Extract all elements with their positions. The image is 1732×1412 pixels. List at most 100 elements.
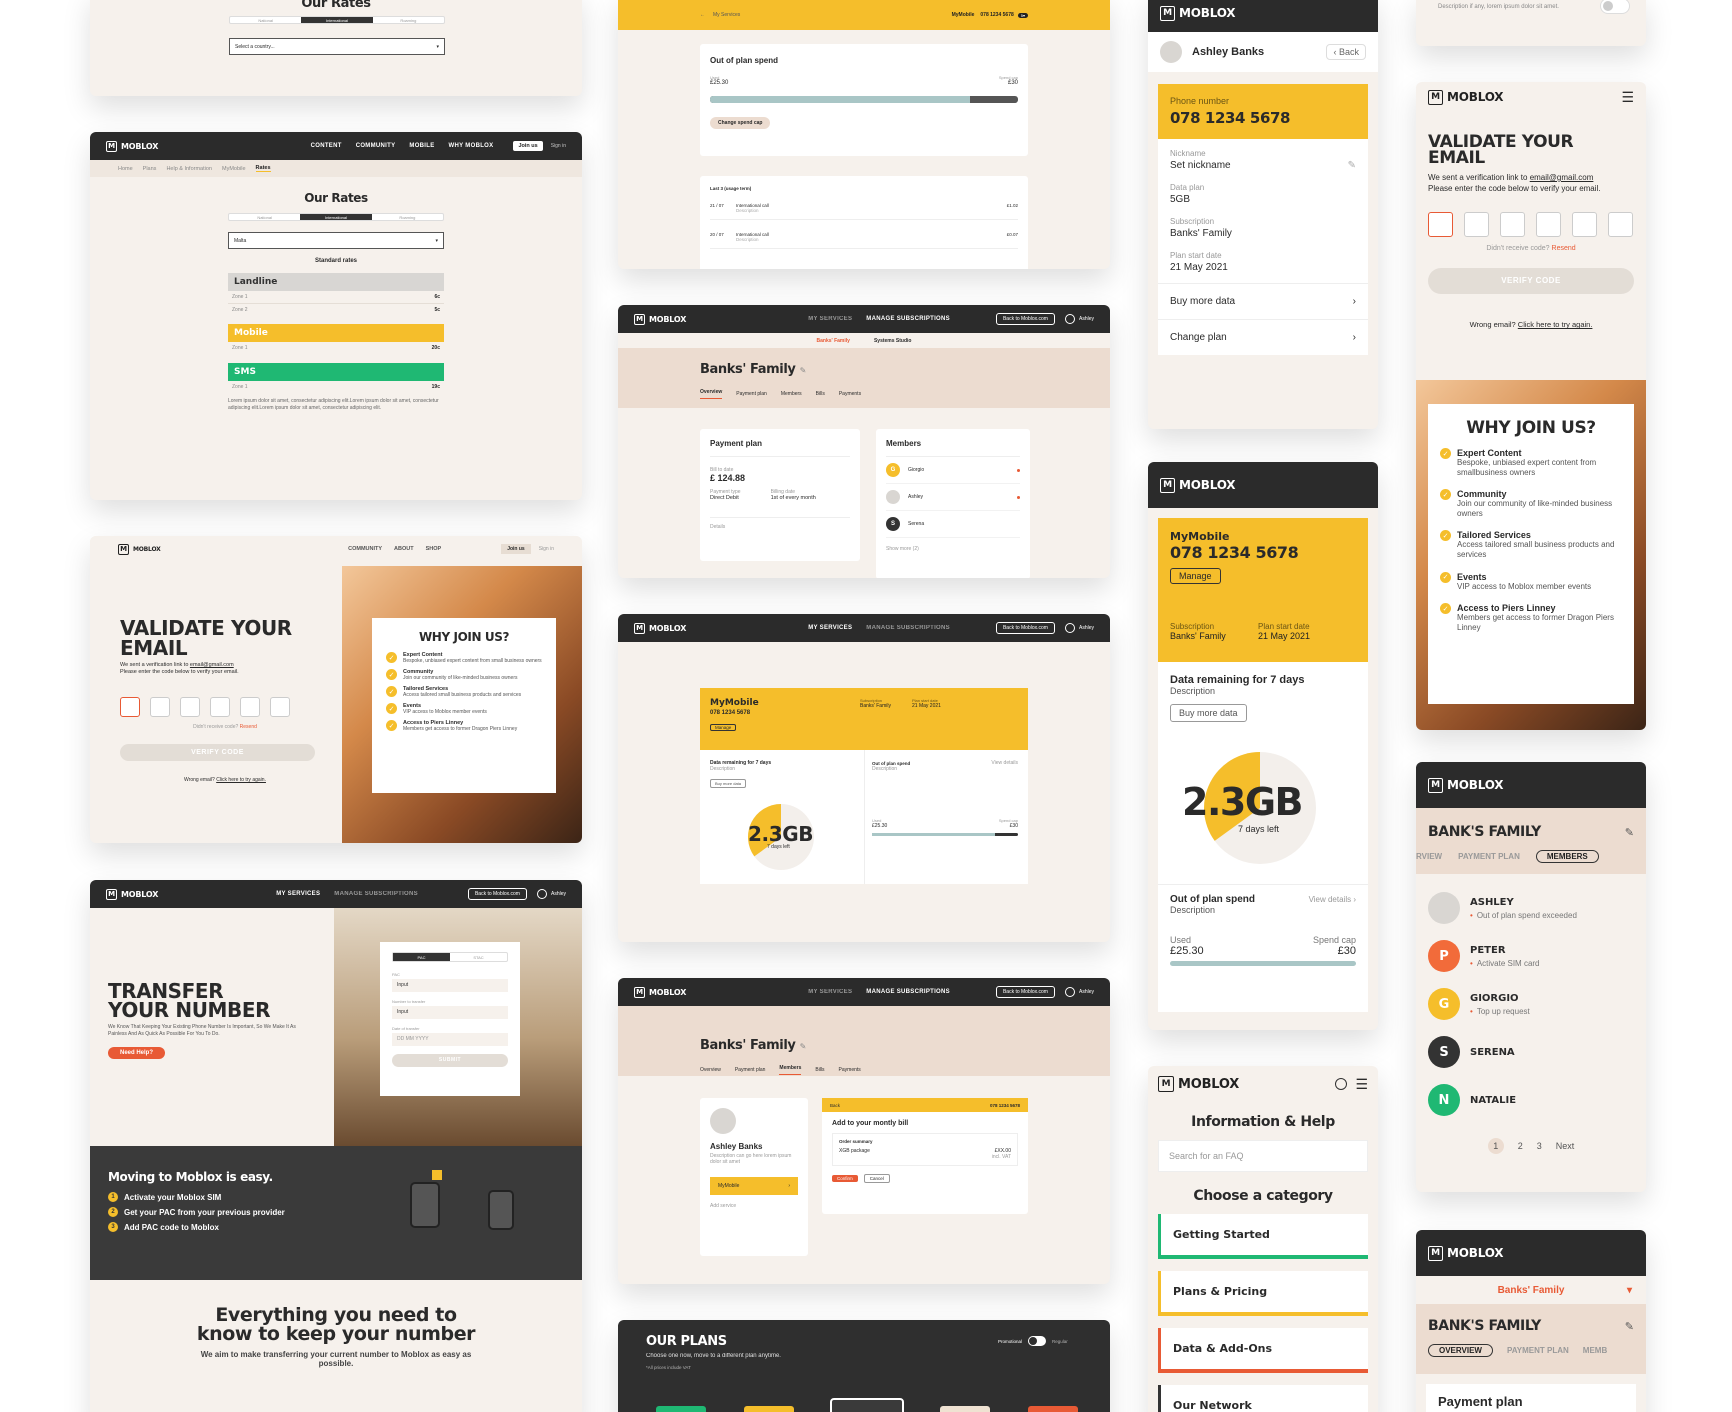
otp-digit[interactable] (1428, 212, 1453, 238)
tab-members[interactable]: MEMB (1583, 1346, 1607, 1355)
tab-overview[interactable]: RVIEW (1416, 852, 1442, 861)
join-button[interactable]: Join us (513, 141, 543, 151)
buy-more-button[interactable]: Buy more data (1170, 704, 1247, 722)
member-row[interactable]: Ashley (886, 484, 1020, 511)
need-help-button[interactable]: Need Help? (108, 1047, 166, 1059)
logo[interactable]: M MOBLOX (634, 313, 686, 325)
tab-pac[interactable]: PAC (393, 953, 450, 961)
otp-digit[interactable] (240, 696, 260, 717)
nav-my-services[interactable]: MY SERVICES (808, 989, 852, 995)
tab-payment-plan[interactable]: PAYMENT PLAN (1507, 1346, 1569, 1355)
logo[interactable]: M MOBLOX (118, 543, 161, 555)
tab-bills[interactable]: Bills (815, 1067, 824, 1073)
category-getting-started[interactable]: Getting Started (1158, 1214, 1368, 1259)
date-input[interactable]: DD MM YYYY (392, 1033, 508, 1046)
menu-icon[interactable]: ☰ (1621, 89, 1634, 106)
user-name[interactable]: Ashley (1079, 989, 1094, 995)
edit-icon[interactable]: ✎ (800, 1042, 807, 1051)
nick-value[interactable]: Set nickname (1170, 160, 1231, 171)
back-to-site-button[interactable]: Back to Moblox.com (467, 888, 527, 900)
signin-link[interactable]: Sign in (539, 546, 554, 552)
add-service-link[interactable]: Add service (710, 1203, 798, 1209)
tab-payment-plan[interactable]: Payment plan (735, 1067, 766, 1073)
crumb-home[interactable]: Home (118, 166, 133, 172)
category-our-network[interactable]: Our Network (1158, 1385, 1368, 1412)
back-arrow-icon[interactable]: ← (700, 12, 705, 18)
otp-digit[interactable] (180, 696, 200, 717)
nav-why[interactable]: WHY MOBLOX (449, 143, 494, 149)
member-row[interactable]: S SERENA (1428, 1028, 1634, 1076)
buy-more-button[interactable]: Buy more data (710, 779, 747, 788)
crumb-plans[interactable]: Plans (143, 166, 157, 172)
show-more-link[interactable]: Show more (2) (886, 546, 1020, 552)
member-row[interactable]: G Giorgio (886, 457, 1020, 484)
join-button[interactable]: Join us (501, 544, 531, 554)
resend-link[interactable]: Resend (240, 724, 257, 730)
subscription-select[interactable]: Banks' Family ▾ (1416, 1276, 1646, 1304)
logo[interactable]: M MOBLOX (1158, 1076, 1239, 1092)
resend-link[interactable]: Resend (1552, 245, 1576, 252)
logo[interactable]: M MOBLOX (1428, 777, 1504, 793)
logo[interactable]: M MOBLOX (106, 888, 158, 900)
user-name[interactable]: Ashley (551, 891, 566, 897)
user-name[interactable]: Ashley (1079, 625, 1094, 631)
logo[interactable]: M MOBLOX (106, 140, 158, 152)
nav-shop[interactable]: SHOP (426, 546, 442, 552)
seg-international[interactable]: International (300, 214, 372, 220)
tab-stac[interactable]: STAC (450, 953, 507, 961)
nav-content[interactable]: CONTENT (311, 143, 342, 149)
nav-manage-subscriptions[interactable]: MANAGE SUBSCRIPTIONS (866, 989, 950, 995)
user-icon[interactable] (1064, 314, 1075, 324)
tab-payments[interactable]: Payments (839, 1067, 861, 1073)
try-again-link[interactable]: Click here to try again. (216, 777, 266, 783)
edit-icon[interactable]: ✎ (1625, 1320, 1634, 1333)
back-to-site-button[interactable]: Back to Moblox.com (995, 622, 1055, 634)
verify-button[interactable]: VERIFY CODE (1428, 268, 1634, 295)
back-to-site-button[interactable]: Back to Moblox.com (995, 313, 1055, 325)
otp-digit[interactable] (1500, 212, 1525, 238)
plan-card[interactable] (744, 1406, 794, 1412)
number-input[interactable]: Input (392, 1006, 508, 1019)
email-link[interactable]: email@gmail.com (1530, 173, 1594, 182)
tab-members[interactable]: MEMBERS (1535, 850, 1599, 863)
pricing-toggle[interactable] (1028, 1336, 1047, 1346)
seg-national[interactable]: National (230, 17, 301, 23)
page-1[interactable]: 1 (1487, 1138, 1504, 1154)
logo[interactable]: M MOBLOX (1160, 5, 1236, 21)
nav-manage-subscriptions[interactable]: MANAGE SUBSCRIPTIONS (866, 625, 950, 631)
nav-my-services[interactable]: MY SERVICES (808, 625, 852, 631)
tab-payment-plan[interactable]: PAYMENT PLAN (1458, 852, 1520, 861)
crumb-help[interactable]: Help & Information (166, 166, 212, 172)
page-2[interactable]: 2 (1518, 1141, 1523, 1151)
logo[interactable]: M MOBLOX (1160, 477, 1236, 493)
tab-members[interactable]: Members (781, 391, 802, 397)
crumb-rates[interactable]: Rates (255, 165, 271, 172)
otp-digit[interactable] (210, 696, 230, 717)
seg-international[interactable]: International (301, 17, 373, 23)
otp-digit[interactable] (1464, 212, 1489, 238)
country-select[interactable]: Select a country... ▾ (229, 38, 445, 55)
tab-bills[interactable]: Bills (816, 391, 825, 397)
back-button[interactable]: ‹ Back (1326, 44, 1366, 60)
signin-link[interactable]: Sign in (551, 143, 566, 149)
buy-more-row[interactable]: Buy more data › (1158, 283, 1368, 319)
nav-community[interactable]: COMMUNITY (348, 546, 382, 552)
menu-icon[interactable]: ☰ (1355, 1076, 1368, 1093)
nav-manage-subscriptions[interactable]: MANAGE SUBSCRIPTIONS (866, 316, 950, 322)
logo[interactable]: M MOBLOX (1428, 89, 1504, 105)
logo[interactable]: M MOBLOX (1428, 1245, 1504, 1261)
view-details-link[interactable]: View details › (1309, 895, 1356, 904)
nav-my-services[interactable]: MY SERVICES (276, 891, 320, 897)
nav-my-services[interactable]: MY SERVICES (808, 316, 852, 322)
plan-card[interactable] (830, 1398, 904, 1412)
pac-input[interactable]: Input (392, 979, 508, 992)
view-details-link[interactable]: View details (991, 760, 1018, 766)
user-name[interactable]: Ashley (1079, 316, 1094, 322)
nav-about[interactable]: ABOUT (394, 546, 414, 552)
nav-manage-subscriptions[interactable]: MANAGE SUBSCRIPTIONS (334, 891, 418, 897)
user-icon[interactable] (536, 889, 547, 899)
confirm-button[interactable]: Confirm (832, 1175, 858, 1182)
nav-mobile[interactable]: MOBILE (409, 143, 434, 149)
plan-card[interactable] (940, 1406, 990, 1412)
otp-digit[interactable] (270, 696, 290, 717)
